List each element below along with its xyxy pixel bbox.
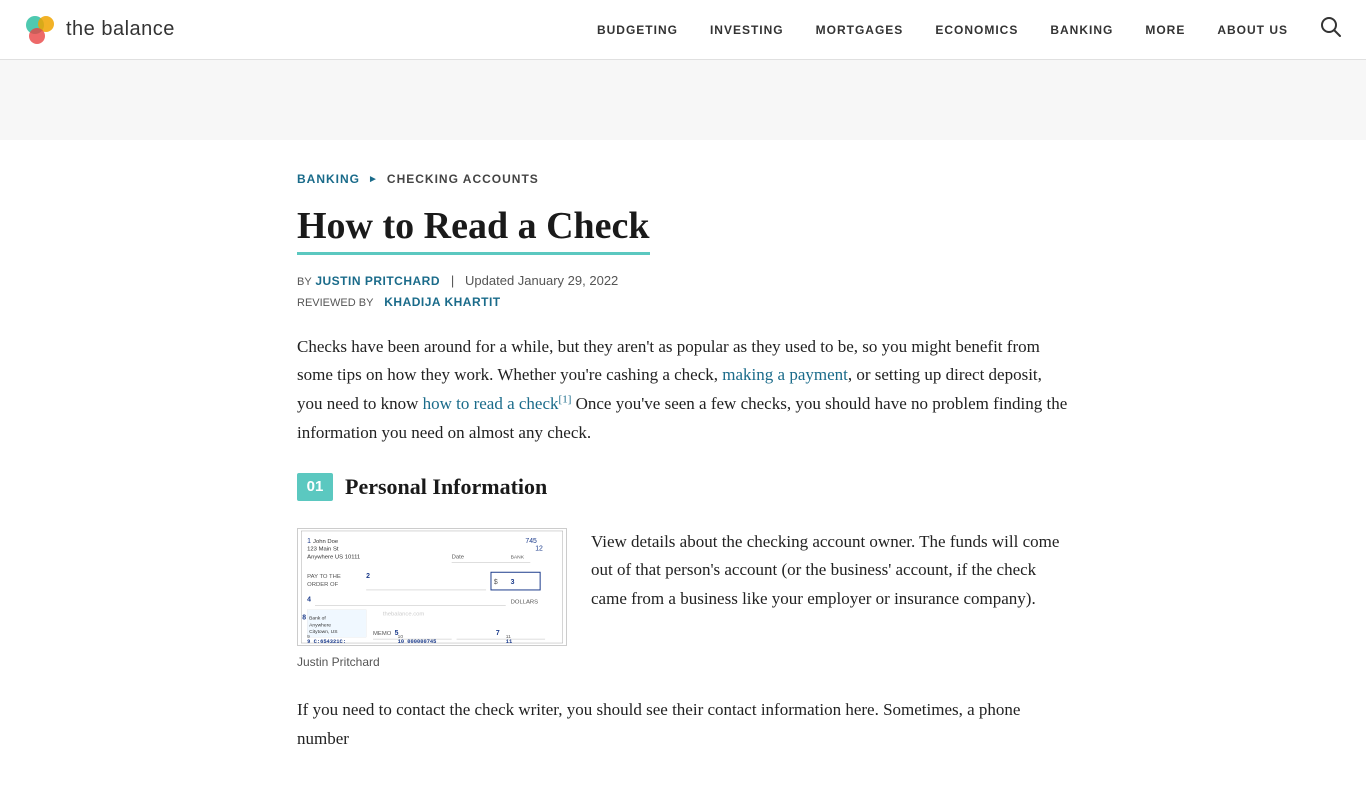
svg-text:8: 8 — [302, 614, 306, 621]
svg-text:123 Main St: 123 Main St — [307, 546, 339, 552]
svg-text:thebalance.com: thebalance.com — [383, 611, 425, 617]
author-info: BY JUSTIN PRITCHARD | Updated January 29… — [297, 273, 1069, 288]
svg-text:BANK: BANK — [511, 554, 525, 560]
section-1-image-area: 1 John Doe 745 123 Main St Anywhere US 1… — [297, 528, 567, 672]
svg-text:Anywhere: Anywhere — [309, 622, 331, 628]
svg-text:1: 1 — [307, 537, 311, 544]
article-body: Checks have been around for a while, but… — [297, 333, 1069, 754]
svg-text:Date: Date — [452, 554, 464, 560]
svg-text:12: 12 — [535, 545, 543, 552]
svg-text:DOLLARS: DOLLARS — [511, 599, 539, 605]
svg-text:Citytown, US: Citytown, US — [309, 629, 338, 635]
author-name-link[interactable]: JUSTIN PRITCHARD — [315, 274, 440, 288]
site-header: the balance BUDGETING INVESTING MORTGAGE… — [0, 0, 1366, 60]
breadcrumb-separator: ► — [368, 174, 379, 185]
nav-item-more[interactable]: MORE — [1145, 23, 1185, 37]
logo-text: the balance — [66, 18, 175, 41]
svg-text:Bank of: Bank of — [309, 615, 326, 621]
nav-item-budgeting[interactable]: BUDGETING — [597, 23, 678, 37]
logo-icon — [24, 14, 56, 46]
section-1-para-2: If you need to contact the check writer,… — [297, 696, 1069, 754]
section-1-number: 01 — [297, 473, 333, 501]
svg-text:$: $ — [494, 579, 498, 586]
article-main: BANKING ► CHECKING ACCOUNTS How to Read … — [273, 140, 1093, 806]
svg-text:Anywhere US 10111: Anywhere US 10111 — [307, 554, 360, 560]
nav-item-economics[interactable]: ECONOMICS — [935, 23, 1018, 37]
nav-item-banking[interactable]: BANKING — [1050, 23, 1113, 37]
section-1-para-1: View details about the checking account … — [591, 528, 1069, 615]
svg-text:PAY TO THE: PAY TO THE — [307, 574, 341, 580]
image-caption: Justin Pritchard — [297, 652, 567, 672]
svg-text:10 000000745: 10 000000745 — [398, 639, 437, 645]
article-title: How to Read a Check — [297, 204, 650, 255]
svg-text:4: 4 — [307, 596, 311, 603]
nav-item-about-us[interactable]: ABOUT US — [1217, 23, 1288, 37]
svg-text:7: 7 — [496, 630, 500, 637]
reviewer-name-link[interactable]: KHADIJA KHARTIT — [384, 295, 500, 309]
intro-paragraph: Checks have been around for a while, but… — [297, 333, 1069, 449]
ad-banner — [0, 60, 1366, 140]
svg-text:10: 10 — [398, 634, 404, 640]
svg-text:11: 11 — [506, 634, 511, 640]
footnote-ref-1: [1] — [559, 394, 572, 406]
nav-item-investing[interactable]: INVESTING — [710, 23, 784, 37]
section-1-content: 1 John Doe 745 123 Main St Anywhere US 1… — [297, 528, 1069, 672]
logo-link[interactable]: the balance — [24, 14, 175, 46]
by-label: BY — [297, 276, 312, 288]
check-image: 1 John Doe 745 123 Main St Anywhere US 1… — [297, 528, 567, 646]
svg-text:9 C:654321C:: 9 C:654321C: — [307, 639, 346, 645]
section-1-text: View details about the checking account … — [591, 528, 1069, 635]
breadcrumb-parent-link[interactable]: BANKING — [297, 172, 360, 186]
intro-link-2[interactable]: how to read a check — [423, 394, 559, 413]
main-nav: BUDGETING INVESTING MORTGAGES ECONOMICS … — [597, 16, 1342, 44]
section-1-title: Personal Information — [345, 468, 547, 505]
reviewed-label: REVIEWED BY — [297, 297, 373, 309]
svg-text:John Doe: John Doe — [313, 538, 338, 544]
svg-text:ORDER OF: ORDER OF — [307, 582, 338, 588]
svg-text:2: 2 — [366, 573, 370, 580]
intro-link-1[interactable]: making a payment — [722, 365, 848, 384]
svg-text:MEMO: MEMO — [373, 631, 392, 637]
breadcrumb: BANKING ► CHECKING ACCOUNTS — [297, 172, 1069, 186]
svg-text:9: 9 — [307, 634, 310, 640]
section-1-heading: 01 Personal Information — [297, 468, 1069, 505]
nav-item-mortgages[interactable]: MORTGAGES — [816, 23, 904, 37]
svg-text:3: 3 — [511, 579, 515, 586]
updated-text: Updated January 29, 2022 — [465, 273, 618, 288]
svg-text:745: 745 — [525, 537, 537, 544]
reviewer-info: REVIEWED BY KHADIJA KHARTIT — [297, 294, 1069, 309]
breadcrumb-current: CHECKING ACCOUNTS — [387, 172, 539, 186]
search-icon[interactable] — [1320, 16, 1342, 44]
